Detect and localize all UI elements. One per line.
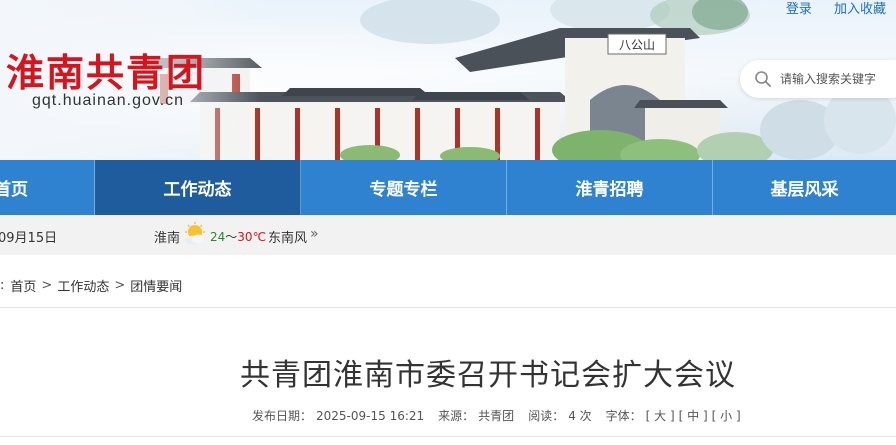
add-favorite-link[interactable]: 加入收藏	[834, 2, 886, 17]
publish-date: 2025-09-15 16:21	[316, 408, 425, 423]
temp-high: 30℃	[237, 230, 267, 244]
article-title: 共青团淮南市委召开书记会扩大会议	[240, 358, 736, 393]
breadcrumb-work-news[interactable]: 工作动态	[57, 276, 109, 295]
breadcrumb-separator: >	[41, 278, 53, 293]
font-size-label: 字体：	[605, 409, 642, 423]
login-link[interactable]: 登录	[786, 2, 812, 17]
main-nav: 首页 工作动态 专题专栏 淮青招聘 基层风采	[0, 160, 896, 215]
site-title: 淮南共青团	[6, 51, 207, 95]
temp-separator: ～	[225, 230, 238, 244]
nav-item-label: 基层风采	[770, 180, 839, 200]
current-date: 09月15日	[0, 231, 58, 246]
nav-item-work-news[interactable]: 工作动态	[95, 160, 301, 215]
nav-item-special-topics[interactable]: 专题专栏	[301, 160, 507, 215]
nav-item-grassroots[interactable]: 基层风采	[713, 160, 896, 215]
source: 共青团	[478, 409, 515, 423]
font-size-large-button[interactable]: [ 大 ]	[646, 407, 675, 424]
search-input[interactable]	[780, 72, 896, 86]
font-size-small-button[interactable]: [ 小 ]	[712, 407, 741, 424]
article-meta: 发布日期： 2025-09-15 16:21 来源： 共青团 阅读： 4 次 字…	[252, 407, 745, 424]
source-label: 来源：	[438, 409, 475, 423]
search-icon[interactable]	[754, 70, 772, 88]
double-chevron-right-icon[interactable]: »	[310, 226, 319, 242]
breadcrumb-league-news[interactable]: 团情要闻	[130, 276, 182, 295]
breadcrumb: : 首页 > 工作动态 > 团情要闻	[0, 276, 182, 295]
wind-direction: 东南风	[268, 231, 308, 246]
site-url: gqt.huainan.gov.cn	[32, 92, 185, 109]
font-size-medium-button[interactable]: [ 中 ]	[679, 407, 708, 424]
content-divider	[0, 307, 896, 308]
read-count: 4 次	[568, 409, 592, 423]
breadcrumb-prefix: :	[0, 278, 5, 293]
meta-divider	[0, 436, 896, 437]
nav-item-label: 专题专栏	[369, 180, 438, 200]
breadcrumb-separator: >	[114, 278, 126, 293]
temp-low: 24	[210, 230, 226, 244]
header-banner: 八公山 淮南共青团 gqt.huainan.gov.cn 登录 加入收藏	[0, 0, 896, 160]
nav-item-label: 首页	[0, 180, 28, 200]
nav-item-label: 淮青招聘	[575, 180, 644, 200]
svg-text:八公山: 八公山	[619, 38, 655, 52]
reads-label: 阅读：	[528, 409, 565, 423]
publish-date-label: 发布日期：	[252, 409, 313, 423]
breadcrumb-home[interactable]: 首页	[10, 276, 36, 295]
info-bar: 09月15日 淮南 24～30℃ 东南风 »	[0, 215, 896, 255]
top-links: 登录 加入收藏	[768, 0, 886, 17]
search-box[interactable]	[740, 60, 896, 98]
nav-item-home[interactable]: 首页	[0, 160, 95, 215]
temperature: 24～30℃	[210, 228, 266, 245]
sun-cloud-icon	[182, 221, 208, 247]
nav-item-label: 工作动态	[163, 180, 232, 200]
nav-item-recruitment[interactable]: 淮青招聘	[507, 160, 713, 215]
weather-city: 淮南	[154, 231, 181, 246]
